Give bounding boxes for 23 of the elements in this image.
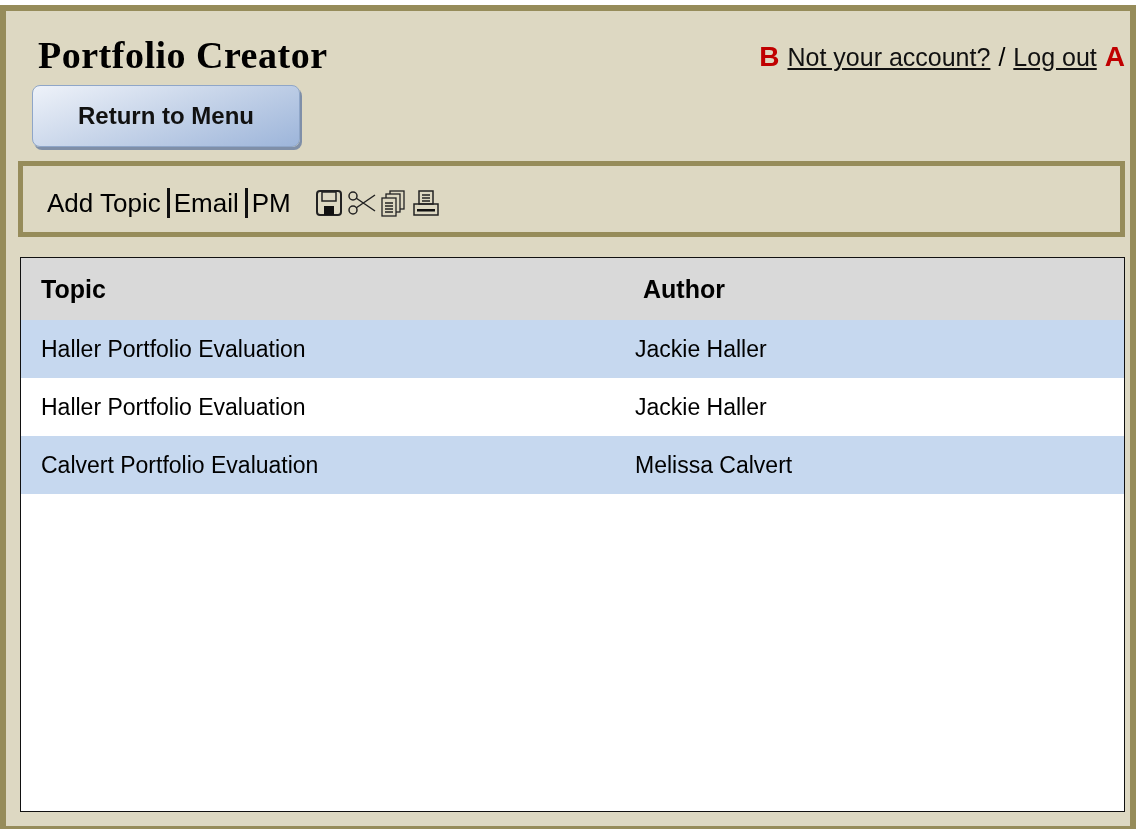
table-cell-text: Calvert Portfolio Evaluation: [40, 451, 320, 479]
table-cell-text: Jackie Haller: [634, 335, 767, 363]
printer-icon[interactable]: [410, 189, 441, 217]
column-header: Author: [642, 274, 725, 304]
table-row[interactable]: Haller Portfolio Evaluation Jackie Haller: [21, 378, 1124, 436]
table-cell-text: Haller Portfolio Evaluation: [40, 393, 307, 421]
table-row[interactable]: Haller Portfolio Evaluation Jackie Haller: [21, 320, 1124, 378]
table-cell-text: Haller Portfolio Evaluation: [40, 335, 307, 363]
app-title: Portfolio Creator: [37, 33, 328, 77]
table-row[interactable]: Calvert Portfolio Evaluation Melissa Calvert: [21, 436, 1124, 494]
table-cell-text: Jackie Haller: [634, 393, 767, 421]
return-button[interactable]: Return to Menu: [32, 85, 300, 147]
logout-link[interactable]: Log out: [1013, 42, 1097, 72]
table-cell-text: Melissa Calvert: [634, 451, 793, 479]
account-link[interactable]: Not your account?: [787, 42, 991, 72]
scissors-icon[interactable]: [346, 189, 377, 217]
toolbar-link[interactable]: Add Topic: [43, 188, 170, 218]
toolbar-link[interactable]: Email: [169, 188, 248, 218]
column-header: Topic: [40, 274, 107, 304]
marker-label: B: [759, 41, 780, 73]
separator-text: /: [998, 42, 1006, 72]
toolbar-link[interactable]: PM: [247, 188, 297, 218]
marker-label: A: [1104, 41, 1125, 73]
